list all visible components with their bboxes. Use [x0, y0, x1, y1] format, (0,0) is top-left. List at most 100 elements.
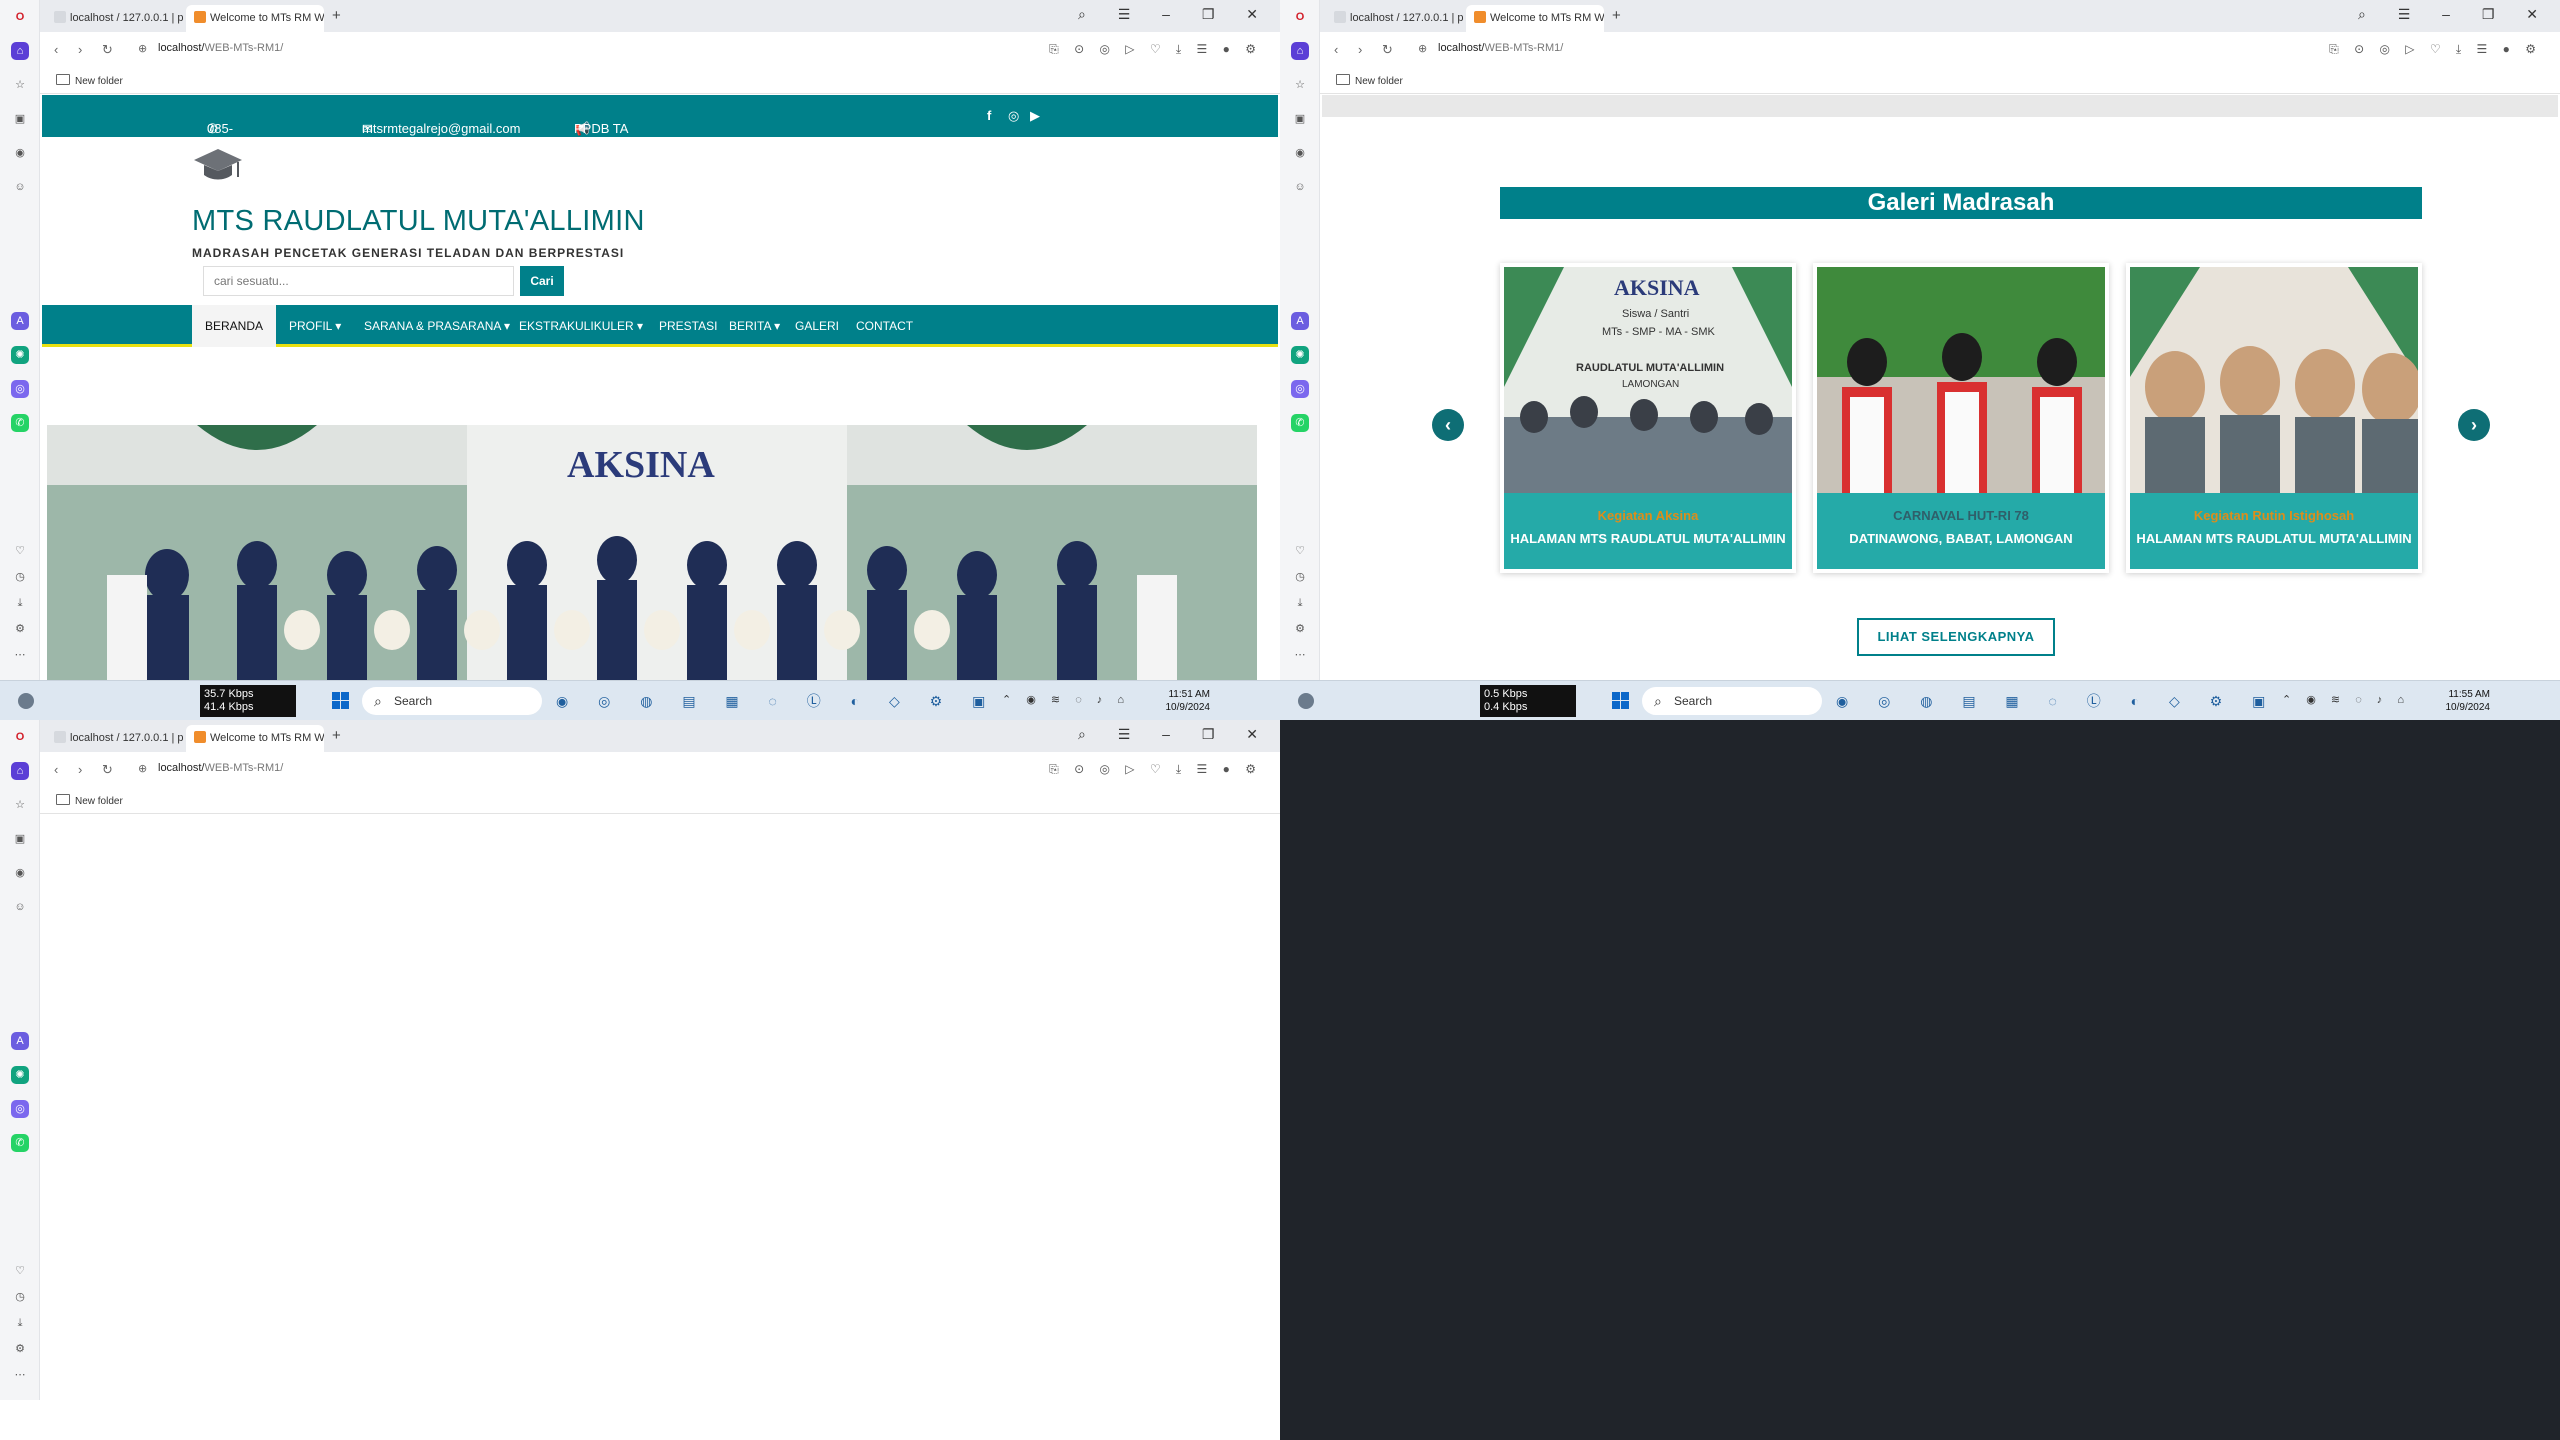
emoji-icon[interactable]: ☺ [11, 898, 29, 916]
new-tab-icon[interactable]: + [332, 728, 341, 743]
url-field[interactable]: localhost/WEB-MTs-RM1/ [158, 42, 283, 54]
forward-icon[interactable]: › [78, 762, 82, 777]
taskbar-search[interactable]: Search [362, 687, 542, 715]
window-controls[interactable]: ⌕ ☰ – ❐ ✕ [2358, 6, 2552, 23]
toolbar-icons[interactable]: ⎘ ⊙ ◎ ▷ ♡ ⤓ ☰ ● ⚙ [1049, 42, 1262, 57]
window-controls[interactable]: ⌕ ☰ – ❐ ✕ [1078, 6, 1272, 23]
tab-phpmyadmin[interactable]: localhost / 127.0.0.1 | php [1326, 5, 1464, 32]
opera-logo-icon[interactable]: O [11, 8, 29, 26]
messenger-icon[interactable]: ◎ [11, 380, 29, 398]
system-tray[interactable]: ⌃ ◉ ≋ ◌ ♪ ⌂ [1002, 693, 1130, 706]
menu-profil[interactable]: PROFIL ▾ [276, 305, 354, 347]
tab-site[interactable]: Welcome to MTs RM Web [1466, 5, 1604, 32]
toolbar-icons[interactable]: ⎘ ⊙ ◎ ▷ ♡ ⤓ ☰ ● ⚙ [1049, 762, 1262, 777]
instagram-icon[interactable]: ◎ [1008, 108, 1019, 124]
url-field[interactable]: localhost/WEB-MTs-RM1/ [158, 762, 283, 774]
tab-phpmyadmin[interactable]: localhost / 127.0.0.1 | php [46, 5, 184, 32]
whatsapp-icon[interactable]: ✆ [1291, 414, 1309, 432]
opera-logo-icon[interactable]: O [11, 728, 29, 746]
messenger-icon[interactable]: ◎ [1291, 380, 1309, 398]
back-icon[interactable]: ‹ [54, 762, 58, 777]
ai-icon[interactable]: ◉ [1291, 144, 1309, 162]
start-icon[interactable] [1612, 692, 1630, 710]
chatgpt-icon[interactable]: ✺ [11, 346, 29, 364]
taskbar-apps[interactable]: ◉ ◎ ◍ ▤ ▦ ◌ Ⓛ ◐ ◇ ⚙ ▣ [556, 691, 998, 711]
ai-icon[interactable]: ◉ [11, 144, 29, 162]
bookmark-folder[interactable]: New folder [56, 794, 123, 807]
emoji-icon[interactable]: ☺ [11, 178, 29, 196]
pin-icon[interactable]: ☆ [11, 76, 29, 94]
bookmark-folder[interactable]: New folder [56, 74, 123, 87]
site-info-icon[interactable]: ⊕ [1418, 42, 1427, 55]
pin-icon[interactable]: ☆ [1291, 76, 1309, 94]
search-button[interactable]: Cari [520, 266, 564, 296]
history-icon[interactable]: ◷ [11, 1288, 29, 1306]
taskbar-search[interactable]: Search [1642, 687, 1822, 715]
ai-icon[interactable]: ◉ [11, 864, 29, 882]
more-icon[interactable]: ⋯ [11, 646, 29, 664]
aria-icon[interactable]: A [1291, 312, 1309, 330]
site-info-icon[interactable]: ⊕ [138, 42, 147, 55]
settings-icon[interactable]: ⚙ [11, 1340, 29, 1358]
menu-sarana[interactable]: SARANA & PRASARANA ▾ [351, 305, 523, 347]
bookmark-folder[interactable]: New folder [1336, 74, 1403, 87]
site-name[interactable]: MTS RAUDLATUL MUTA'ALLIMIN [192, 205, 645, 238]
wallet-icon[interactable]: ▣ [11, 110, 29, 128]
gallery-card[interactable]: AKSINA Siswa / Santri MTs - SMP - MA - S… [1500, 263, 1796, 573]
site-info-icon[interactable]: ⊕ [138, 762, 147, 775]
back-icon[interactable]: ‹ [1334, 42, 1338, 57]
see-more-button[interactable]: LIHAT SELENGKAPNYA [1857, 618, 2055, 656]
forward-icon[interactable]: › [78, 42, 82, 57]
aria-icon[interactable]: A [11, 1032, 29, 1050]
download-icon[interactable]: ⤓ [11, 594, 29, 612]
new-tab-icon[interactable]: + [1612, 8, 1621, 23]
opera-logo-icon[interactable]: O [1291, 8, 1309, 26]
pin-icon[interactable]: ☆ [11, 796, 29, 814]
new-tab-icon[interactable]: + [332, 8, 341, 23]
heart-icon[interactable]: ♡ [1291, 542, 1309, 560]
tab-phpmyadmin[interactable]: localhost / 127.0.0.1 | php [46, 725, 184, 752]
reload-icon[interactable]: ↻ [102, 762, 113, 778]
whatsapp-icon[interactable]: ✆ [11, 1134, 29, 1152]
home-icon[interactable]: ⌂ [11, 762, 29, 780]
history-icon[interactable]: ◷ [11, 568, 29, 586]
more-icon[interactable]: ⋯ [1291, 646, 1309, 664]
history-icon[interactable]: ◷ [1291, 568, 1309, 586]
toolbar-icons[interactable]: ⎘ ⊙ ◎ ▷ ♡ ⤓ ☰ ● ⚙ [2329, 42, 2542, 57]
tab-site[interactable]: Welcome to MTs RM Web [186, 5, 324, 32]
carousel-next-icon[interactable]: › [2458, 409, 2490, 441]
settings-icon[interactable]: ⚙ [11, 620, 29, 638]
youtube-icon[interactable]: ▶ [1030, 108, 1040, 124]
facebook-icon[interactable]: f [987, 108, 991, 123]
menu-ekstrakulikuler[interactable]: EKSTRAKULIKULER ▾ [506, 305, 656, 347]
heart-icon[interactable]: ♡ [11, 542, 29, 560]
download-icon[interactable]: ⤓ [11, 1314, 29, 1332]
settings-icon[interactable]: ⚙ [1291, 620, 1309, 638]
search-input[interactable]: cari sesuatu... [203, 266, 514, 296]
menu-beranda[interactable]: BERANDA [192, 305, 277, 347]
aria-icon[interactable]: A [11, 312, 29, 330]
gallery-card[interactable]: Kegiatan Rutin Istighosah HALAMAN MTS RA… [2126, 263, 2422, 573]
taskbar-apps[interactable]: ◉ ◎ ◍ ▤ ▦ ◌ Ⓛ ◐ ◇ ⚙ ▣ [1836, 691, 2278, 711]
weather-widget-icon[interactable] [18, 693, 34, 709]
window-controls[interactable]: ⌕ ☰ – ❐ ✕ [1078, 726, 1272, 743]
home-icon[interactable]: ⌂ [1291, 42, 1309, 60]
weather-widget-icon[interactable] [1298, 693, 1314, 709]
messenger-icon[interactable]: ◎ [11, 1100, 29, 1118]
wallet-icon[interactable]: ▣ [11, 830, 29, 848]
tab-site[interactable]: Welcome to MTs RM Web [186, 725, 324, 752]
system-tray[interactable]: ⌃ ◉ ≋ ◌ ♪ ⌂ [2282, 693, 2410, 706]
whatsapp-icon[interactable]: ✆ [11, 414, 29, 432]
taskbar-clock[interactable]: 11:55 AM 10/9/2024 [2446, 688, 2491, 714]
heart-icon[interactable]: ♡ [11, 1262, 29, 1280]
menu-galeri[interactable]: GALERI [782, 305, 852, 347]
reload-icon[interactable]: ↻ [1382, 42, 1393, 58]
emoji-icon[interactable]: ☺ [1291, 178, 1309, 196]
back-icon[interactable]: ‹ [54, 42, 58, 57]
forward-icon[interactable]: › [1358, 42, 1362, 57]
download-icon[interactable]: ⤓ [1291, 594, 1309, 612]
reload-icon[interactable]: ↻ [102, 42, 113, 58]
start-icon[interactable] [332, 692, 350, 710]
carousel-prev-icon[interactable]: ‹ [1432, 409, 1464, 441]
menu-contact[interactable]: CONTACT [843, 305, 926, 347]
